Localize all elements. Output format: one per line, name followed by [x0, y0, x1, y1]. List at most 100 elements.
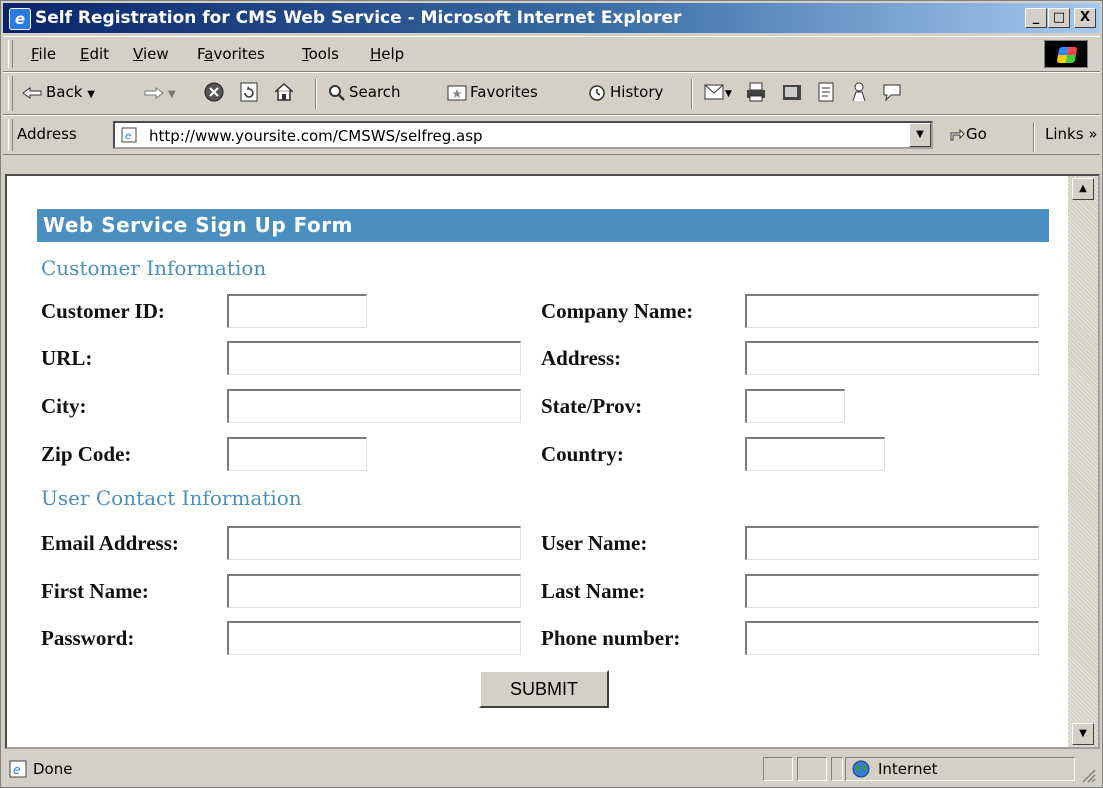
discuss-button[interactable]	[815, 81, 837, 107]
menu-tools[interactable]: Tools	[302, 45, 339, 63]
customer-id-input[interactable]	[227, 294, 367, 328]
label-email-address: Email Address:	[41, 531, 179, 555]
city-input[interactable]	[227, 389, 521, 423]
scroll-up-button[interactable]: ▲	[1072, 178, 1094, 200]
status-text: Done	[33, 760, 73, 778]
toolbar-separator	[315, 79, 317, 109]
back-button[interactable]: Back ▼	[21, 83, 95, 101]
back-arrow-icon	[22, 86, 42, 99]
label-phone-number: Phone number:	[541, 626, 681, 650]
minimize-button[interactable]: _	[1025, 8, 1047, 28]
menu-help[interactable]: Help	[370, 45, 404, 63]
vertical-scrollbar[interactable]: ▲ ▼	[1068, 176, 1098, 747]
label-city: City:	[41, 394, 87, 418]
forward-arrow-icon	[144, 86, 164, 99]
label-first-name: First Name:	[41, 579, 149, 603]
status-bar: e Done Internet	[3, 753, 1100, 785]
mail-button[interactable]: ▼	[703, 81, 733, 107]
label-company-name: Company Name:	[541, 299, 694, 323]
go-button[interactable]: Go	[948, 125, 987, 143]
address-url: http://www.yoursite.com/CMSWS/selfreg.as…	[149, 127, 483, 145]
status-cell	[831, 757, 843, 781]
close-button[interactable]: X	[1074, 8, 1096, 28]
label-country: Country:	[541, 442, 624, 466]
home-button[interactable]	[273, 81, 295, 107]
label-customer-id: Customer ID:	[41, 299, 165, 323]
messenger-icon	[852, 82, 866, 102]
address-dropdown-button[interactable]: ▼	[909, 123, 931, 147]
country-input[interactable]	[745, 437, 885, 471]
status-cell	[797, 757, 827, 781]
forward-button[interactable]: ▼	[143, 83, 176, 101]
menu-edit[interactable]: Edit	[80, 45, 109, 63]
submit-button[interactable]: SUBMIT	[479, 670, 609, 708]
ie-app-icon[interactable]: e	[9, 8, 31, 30]
address-label: Address	[17, 125, 77, 143]
title-bar: e Self Registration for CMS Web Service …	[3, 3, 1100, 33]
zone-label: Internet	[878, 760, 938, 778]
refresh-icon	[240, 82, 258, 102]
status-cell	[763, 757, 793, 781]
stop-icon	[204, 82, 224, 102]
password-input[interactable]	[227, 621, 521, 655]
window-title: Self Registration for CMS Web Service - …	[35, 8, 682, 28]
label-user-name: User Name:	[541, 531, 648, 555]
links-button[interactable]: Links »	[1045, 125, 1098, 143]
first-name-input[interactable]	[227, 574, 521, 608]
menu-file[interactable]: File	[31, 45, 56, 63]
label-address: Address:	[541, 346, 622, 370]
label-password: Password:	[41, 626, 135, 650]
zip-code-input[interactable]	[227, 437, 367, 471]
last-name-input[interactable]	[745, 574, 1039, 608]
section-user-contact-information: User Contact Information	[41, 486, 302, 510]
chat-button[interactable]	[881, 81, 903, 107]
label-zip-code: Zip Code:	[41, 442, 132, 466]
messenger-button[interactable]	[848, 81, 870, 107]
user-name-input[interactable]	[745, 526, 1039, 560]
scroll-down-button[interactable]: ▼	[1072, 723, 1094, 745]
address-bar: Address e http://www.yoursite.com/CMSWS/…	[3, 115, 1100, 155]
url-input[interactable]	[227, 341, 521, 375]
history-icon	[589, 84, 605, 101]
phone-number-input[interactable]	[745, 621, 1039, 655]
favorites-button[interactable]: Favorites	[447, 83, 538, 102]
mail-icon: ▼	[704, 84, 732, 100]
history-button[interactable]: History	[587, 83, 663, 102]
edit-icon	[783, 85, 801, 100]
globe-icon	[852, 760, 870, 778]
menu-view[interactable]: View	[133, 45, 169, 63]
edit-button[interactable]	[781, 81, 803, 107]
links-label: Links	[1045, 125, 1084, 143]
form-header: Web Service Sign Up Form	[37, 209, 1049, 242]
company-name-input[interactable]	[745, 294, 1039, 328]
discuss-icon	[818, 82, 834, 102]
search-label: Search	[349, 83, 401, 101]
toolbar-grip[interactable]	[8, 76, 13, 111]
address-grip[interactable]	[8, 119, 13, 151]
zone-cell: Internet	[845, 757, 1075, 781]
print-button[interactable]	[745, 81, 767, 107]
svg-text:▼: ▼	[725, 89, 732, 99]
stop-button[interactable]	[203, 81, 225, 107]
address-input[interactable]: e http://www.yoursite.com/CMSWS/selfreg.…	[113, 121, 933, 149]
label-state-prov: State/Prov:	[541, 394, 643, 418]
menu-grip[interactable]	[8, 40, 13, 68]
email-address-input[interactable]	[227, 526, 521, 560]
maximize-button[interactable]: □	[1048, 8, 1070, 28]
address-field[interactable]	[745, 341, 1039, 375]
state-prov-input[interactable]	[745, 389, 845, 423]
label-last-name: Last Name:	[541, 579, 646, 603]
search-button[interactable]: Search	[328, 83, 401, 102]
chat-bubble-icon	[883, 84, 901, 102]
refresh-button[interactable]	[238, 81, 260, 107]
menu-favorites[interactable]: Favorites	[197, 45, 265, 63]
svg-text:e: e	[125, 131, 131, 142]
home-icon	[274, 82, 294, 101]
favorites-label: Favorites	[470, 83, 538, 101]
menu-bar: File Edit View Favorites Tools Help	[3, 36, 1100, 72]
svg-text:e: e	[13, 763, 20, 777]
browser-window: e Self Registration for CMS Web Service …	[0, 0, 1103, 788]
section-customer-information: Customer Information	[41, 256, 267, 280]
windows-logo-icon	[1044, 40, 1088, 68]
resize-grip-icon[interactable]	[1080, 767, 1096, 783]
